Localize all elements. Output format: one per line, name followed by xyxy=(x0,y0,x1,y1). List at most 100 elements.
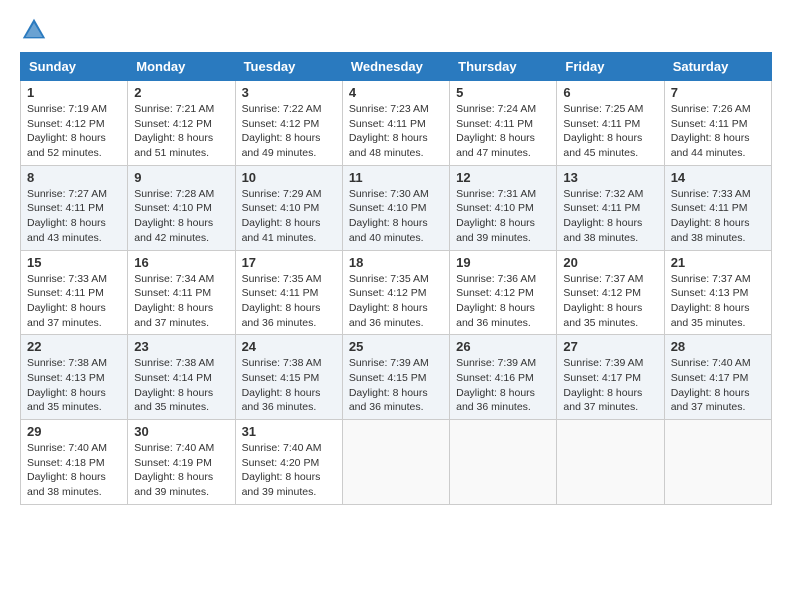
day-number: 31 xyxy=(242,424,336,439)
day-number: 1 xyxy=(27,85,121,100)
page-header xyxy=(20,16,772,44)
logo xyxy=(20,16,52,44)
day-number: 5 xyxy=(456,85,550,100)
calendar-cell: 4 Sunrise: 7:23 AM Sunset: 4:11 PM Dayli… xyxy=(342,81,449,166)
calendar-cell: 26 Sunrise: 7:39 AM Sunset: 4:16 PM Dayl… xyxy=(450,335,557,420)
day-detail: Sunrise: 7:39 AM Sunset: 4:16 PM Dayligh… xyxy=(456,356,550,415)
calendar-header-row: SundayMondayTuesdayWednesdayThursdayFrid… xyxy=(21,53,772,81)
day-number: 28 xyxy=(671,339,765,354)
day-number: 8 xyxy=(27,170,121,185)
day-number: 25 xyxy=(349,339,443,354)
day-detail: Sunrise: 7:38 AM Sunset: 4:14 PM Dayligh… xyxy=(134,356,228,415)
calendar-week-row: 29 Sunrise: 7:40 AM Sunset: 4:18 PM Dayl… xyxy=(21,420,772,505)
day-detail: Sunrise: 7:40 AM Sunset: 4:18 PM Dayligh… xyxy=(27,441,121,500)
calendar-cell: 17 Sunrise: 7:35 AM Sunset: 4:11 PM Dayl… xyxy=(235,250,342,335)
day-detail: Sunrise: 7:29 AM Sunset: 4:10 PM Dayligh… xyxy=(242,187,336,246)
logo-icon xyxy=(20,16,48,44)
day-detail: Sunrise: 7:24 AM Sunset: 4:11 PM Dayligh… xyxy=(456,102,550,161)
day-detail: Sunrise: 7:26 AM Sunset: 4:11 PM Dayligh… xyxy=(671,102,765,161)
calendar-cell: 11 Sunrise: 7:30 AM Sunset: 4:10 PM Dayl… xyxy=(342,165,449,250)
column-header-friday: Friday xyxy=(557,53,664,81)
calendar-cell: 8 Sunrise: 7:27 AM Sunset: 4:11 PM Dayli… xyxy=(21,165,128,250)
column-header-wednesday: Wednesday xyxy=(342,53,449,81)
day-detail: Sunrise: 7:35 AM Sunset: 4:11 PM Dayligh… xyxy=(242,272,336,331)
day-number: 6 xyxy=(563,85,657,100)
day-number: 18 xyxy=(349,255,443,270)
day-detail: Sunrise: 7:28 AM Sunset: 4:10 PM Dayligh… xyxy=(134,187,228,246)
calendar-cell: 12 Sunrise: 7:31 AM Sunset: 4:10 PM Dayl… xyxy=(450,165,557,250)
calendar-cell: 7 Sunrise: 7:26 AM Sunset: 4:11 PM Dayli… xyxy=(664,81,771,166)
day-number: 20 xyxy=(563,255,657,270)
day-number: 30 xyxy=(134,424,228,439)
calendar-cell: 21 Sunrise: 7:37 AM Sunset: 4:13 PM Dayl… xyxy=(664,250,771,335)
calendar-cell xyxy=(557,420,664,505)
calendar-cell: 3 Sunrise: 7:22 AM Sunset: 4:12 PM Dayli… xyxy=(235,81,342,166)
day-detail: Sunrise: 7:33 AM Sunset: 4:11 PM Dayligh… xyxy=(27,272,121,331)
column-header-saturday: Saturday xyxy=(664,53,771,81)
calendar-cell: 15 Sunrise: 7:33 AM Sunset: 4:11 PM Dayl… xyxy=(21,250,128,335)
day-number: 23 xyxy=(134,339,228,354)
day-number: 22 xyxy=(27,339,121,354)
calendar-cell: 23 Sunrise: 7:38 AM Sunset: 4:14 PM Dayl… xyxy=(128,335,235,420)
calendar-week-row: 8 Sunrise: 7:27 AM Sunset: 4:11 PM Dayli… xyxy=(21,165,772,250)
calendar-cell: 5 Sunrise: 7:24 AM Sunset: 4:11 PM Dayli… xyxy=(450,81,557,166)
calendar-cell: 16 Sunrise: 7:34 AM Sunset: 4:11 PM Dayl… xyxy=(128,250,235,335)
calendar-cell: 25 Sunrise: 7:39 AM Sunset: 4:15 PM Dayl… xyxy=(342,335,449,420)
day-detail: Sunrise: 7:34 AM Sunset: 4:11 PM Dayligh… xyxy=(134,272,228,331)
day-detail: Sunrise: 7:21 AM Sunset: 4:12 PM Dayligh… xyxy=(134,102,228,161)
day-detail: Sunrise: 7:27 AM Sunset: 4:11 PM Dayligh… xyxy=(27,187,121,246)
day-number: 17 xyxy=(242,255,336,270)
calendar-cell xyxy=(342,420,449,505)
day-number: 9 xyxy=(134,170,228,185)
day-detail: Sunrise: 7:38 AM Sunset: 4:15 PM Dayligh… xyxy=(242,356,336,415)
calendar-week-row: 1 Sunrise: 7:19 AM Sunset: 4:12 PM Dayli… xyxy=(21,81,772,166)
day-detail: Sunrise: 7:36 AM Sunset: 4:12 PM Dayligh… xyxy=(456,272,550,331)
day-detail: Sunrise: 7:31 AM Sunset: 4:10 PM Dayligh… xyxy=(456,187,550,246)
calendar-cell: 9 Sunrise: 7:28 AM Sunset: 4:10 PM Dayli… xyxy=(128,165,235,250)
day-detail: Sunrise: 7:32 AM Sunset: 4:11 PM Dayligh… xyxy=(563,187,657,246)
day-detail: Sunrise: 7:37 AM Sunset: 4:13 PM Dayligh… xyxy=(671,272,765,331)
day-number: 29 xyxy=(27,424,121,439)
calendar-cell: 27 Sunrise: 7:39 AM Sunset: 4:17 PM Dayl… xyxy=(557,335,664,420)
day-number: 12 xyxy=(456,170,550,185)
calendar-cell: 28 Sunrise: 7:40 AM Sunset: 4:17 PM Dayl… xyxy=(664,335,771,420)
calendar-cell: 24 Sunrise: 7:38 AM Sunset: 4:15 PM Dayl… xyxy=(235,335,342,420)
day-number: 4 xyxy=(349,85,443,100)
day-number: 15 xyxy=(27,255,121,270)
calendar-cell: 22 Sunrise: 7:38 AM Sunset: 4:13 PM Dayl… xyxy=(21,335,128,420)
day-detail: Sunrise: 7:35 AM Sunset: 4:12 PM Dayligh… xyxy=(349,272,443,331)
calendar-cell: 14 Sunrise: 7:33 AM Sunset: 4:11 PM Dayl… xyxy=(664,165,771,250)
calendar-cell: 18 Sunrise: 7:35 AM Sunset: 4:12 PM Dayl… xyxy=(342,250,449,335)
calendar-cell xyxy=(450,420,557,505)
day-number: 3 xyxy=(242,85,336,100)
calendar-cell: 19 Sunrise: 7:36 AM Sunset: 4:12 PM Dayl… xyxy=(450,250,557,335)
day-number: 19 xyxy=(456,255,550,270)
day-detail: Sunrise: 7:25 AM Sunset: 4:11 PM Dayligh… xyxy=(563,102,657,161)
calendar-cell: 31 Sunrise: 7:40 AM Sunset: 4:20 PM Dayl… xyxy=(235,420,342,505)
calendar-cell xyxy=(664,420,771,505)
day-number: 11 xyxy=(349,170,443,185)
day-number: 16 xyxy=(134,255,228,270)
day-number: 13 xyxy=(563,170,657,185)
day-detail: Sunrise: 7:37 AM Sunset: 4:12 PM Dayligh… xyxy=(563,272,657,331)
calendar-cell: 20 Sunrise: 7:37 AM Sunset: 4:12 PM Dayl… xyxy=(557,250,664,335)
day-number: 14 xyxy=(671,170,765,185)
calendar-week-row: 15 Sunrise: 7:33 AM Sunset: 4:11 PM Dayl… xyxy=(21,250,772,335)
day-detail: Sunrise: 7:39 AM Sunset: 4:15 PM Dayligh… xyxy=(349,356,443,415)
column-header-monday: Monday xyxy=(128,53,235,81)
column-header-sunday: Sunday xyxy=(21,53,128,81)
calendar-cell: 30 Sunrise: 7:40 AM Sunset: 4:19 PM Dayl… xyxy=(128,420,235,505)
calendar-cell: 6 Sunrise: 7:25 AM Sunset: 4:11 PM Dayli… xyxy=(557,81,664,166)
day-detail: Sunrise: 7:38 AM Sunset: 4:13 PM Dayligh… xyxy=(27,356,121,415)
day-detail: Sunrise: 7:22 AM Sunset: 4:12 PM Dayligh… xyxy=(242,102,336,161)
day-detail: Sunrise: 7:39 AM Sunset: 4:17 PM Dayligh… xyxy=(563,356,657,415)
day-number: 10 xyxy=(242,170,336,185)
day-detail: Sunrise: 7:40 AM Sunset: 4:20 PM Dayligh… xyxy=(242,441,336,500)
day-number: 7 xyxy=(671,85,765,100)
day-detail: Sunrise: 7:23 AM Sunset: 4:11 PM Dayligh… xyxy=(349,102,443,161)
day-number: 21 xyxy=(671,255,765,270)
column-header-thursday: Thursday xyxy=(450,53,557,81)
calendar-cell: 1 Sunrise: 7:19 AM Sunset: 4:12 PM Dayli… xyxy=(21,81,128,166)
day-number: 26 xyxy=(456,339,550,354)
day-detail: Sunrise: 7:40 AM Sunset: 4:17 PM Dayligh… xyxy=(671,356,765,415)
